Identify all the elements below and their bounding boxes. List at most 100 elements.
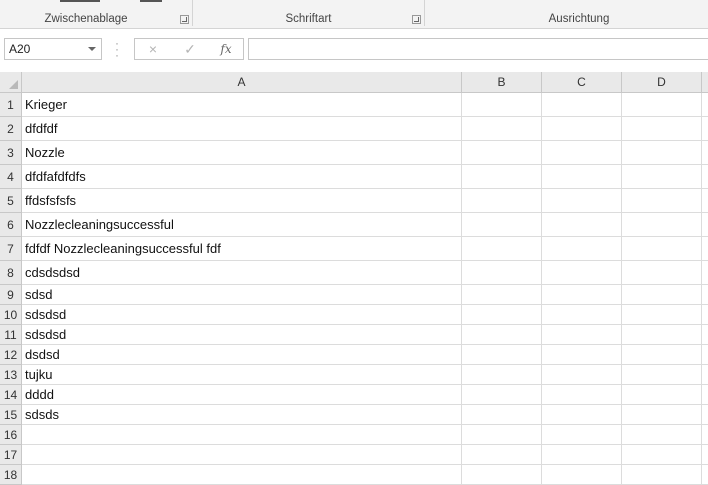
cell[interactable] (462, 213, 542, 237)
cell[interactable] (702, 237, 708, 261)
cell[interactable]: sdsds (22, 405, 462, 425)
cell[interactable] (702, 405, 708, 425)
column-header-next[interactable] (702, 72, 708, 93)
cell[interactable] (542, 425, 622, 445)
row-header[interactable]: 14 (0, 385, 22, 405)
cell[interactable] (622, 93, 702, 117)
row-header[interactable]: 2 (0, 117, 22, 141)
enter-icon[interactable]: ✓ (175, 39, 205, 59)
cell[interactable] (702, 285, 708, 305)
cell[interactable] (622, 425, 702, 445)
cell[interactable] (622, 385, 702, 405)
cell[interactable] (622, 213, 702, 237)
row-header[interactable]: 3 (0, 141, 22, 165)
row-header[interactable]: 17 (0, 445, 22, 465)
chevron-down-icon[interactable] (88, 47, 96, 51)
cell[interactable] (462, 385, 542, 405)
row-header[interactable]: 9 (0, 285, 22, 305)
cell[interactable] (622, 261, 702, 285)
cell[interactable] (702, 365, 708, 385)
column-header-d[interactable]: D (622, 72, 702, 93)
cell[interactable] (462, 365, 542, 385)
row-header[interactable]: 5 (0, 189, 22, 213)
cell[interactable] (542, 117, 622, 141)
row-header[interactable]: 10 (0, 305, 22, 325)
cell[interactable]: sdsdsd (22, 305, 462, 325)
cell[interactable] (462, 445, 542, 465)
cell[interactable] (462, 261, 542, 285)
cell[interactable] (542, 237, 622, 261)
column-header-c[interactable]: C (542, 72, 622, 93)
cell[interactable] (702, 213, 708, 237)
cell[interactable]: Nozzle (22, 141, 462, 165)
cell[interactable]: dddd (22, 385, 462, 405)
cell[interactable] (462, 425, 542, 445)
cell[interactable] (462, 285, 542, 305)
formula-input[interactable] (248, 38, 708, 60)
row-header[interactable]: 4 (0, 165, 22, 189)
cell[interactable] (622, 285, 702, 305)
cancel-icon[interactable]: × (138, 39, 168, 59)
cell[interactable]: fdfdf Nozzlecleaningsuccessful fdf (22, 237, 462, 261)
cell[interactable] (22, 425, 462, 445)
row-header[interactable]: 1 (0, 93, 22, 117)
cell[interactable] (702, 93, 708, 117)
cell[interactable] (462, 141, 542, 165)
cell[interactable] (542, 405, 622, 425)
cell[interactable] (542, 325, 622, 345)
cell[interactable] (702, 165, 708, 189)
row-header[interactable]: 11 (0, 325, 22, 345)
cell[interactable] (702, 141, 708, 165)
row-header[interactable]: 13 (0, 365, 22, 385)
cell[interactable] (702, 189, 708, 213)
cell[interactable] (622, 465, 702, 485)
cell[interactable]: ffdsfsfsfs (22, 189, 462, 213)
cell[interactable]: dfdfdf (22, 117, 462, 141)
cell[interactable] (702, 261, 708, 285)
cell[interactable] (542, 261, 622, 285)
cell[interactable] (542, 445, 622, 465)
cell[interactable] (22, 465, 462, 485)
column-header-b[interactable]: B (462, 72, 542, 93)
cell[interactable] (702, 345, 708, 365)
cell[interactable] (702, 325, 708, 345)
cell[interactable] (622, 445, 702, 465)
cell[interactable] (702, 117, 708, 141)
cell[interactable] (622, 141, 702, 165)
cell[interactable] (542, 465, 622, 485)
row-header[interactable]: 6 (0, 213, 22, 237)
cell[interactable] (622, 165, 702, 189)
cell[interactable] (702, 425, 708, 445)
cell[interactable]: sdsdsd (22, 325, 462, 345)
cell[interactable] (622, 405, 702, 425)
cell[interactable] (462, 345, 542, 365)
cell[interactable] (462, 93, 542, 117)
column-header-a[interactable]: A (22, 72, 462, 93)
cell[interactable] (702, 445, 708, 465)
cell[interactable] (702, 385, 708, 405)
row-header[interactable]: 12 (0, 345, 22, 365)
row-header[interactable]: 16 (0, 425, 22, 445)
cell[interactable] (622, 325, 702, 345)
select-all-button[interactable] (0, 72, 22, 93)
cell[interactable]: cdsdsdsd (22, 261, 462, 285)
cell[interactable] (702, 465, 708, 485)
cell[interactable] (542, 213, 622, 237)
cell[interactable] (462, 165, 542, 189)
cell[interactable] (462, 237, 542, 261)
cell[interactable] (542, 305, 622, 325)
cell[interactable] (622, 117, 702, 141)
cell[interactable] (462, 189, 542, 213)
cell[interactable] (22, 445, 462, 465)
cell[interactable] (542, 345, 622, 365)
cell[interactable] (702, 305, 708, 325)
cell[interactable] (462, 117, 542, 141)
cell[interactable]: dsdsd (22, 345, 462, 365)
cell[interactable] (622, 365, 702, 385)
row-header[interactable]: 8 (0, 261, 22, 285)
row-header[interactable]: 7 (0, 237, 22, 261)
drag-handle-icon[interactable]: · · · (115, 37, 119, 61)
cell[interactable]: dfdfafdfdfs (22, 165, 462, 189)
cell[interactable] (462, 465, 542, 485)
cell[interactable] (462, 325, 542, 345)
